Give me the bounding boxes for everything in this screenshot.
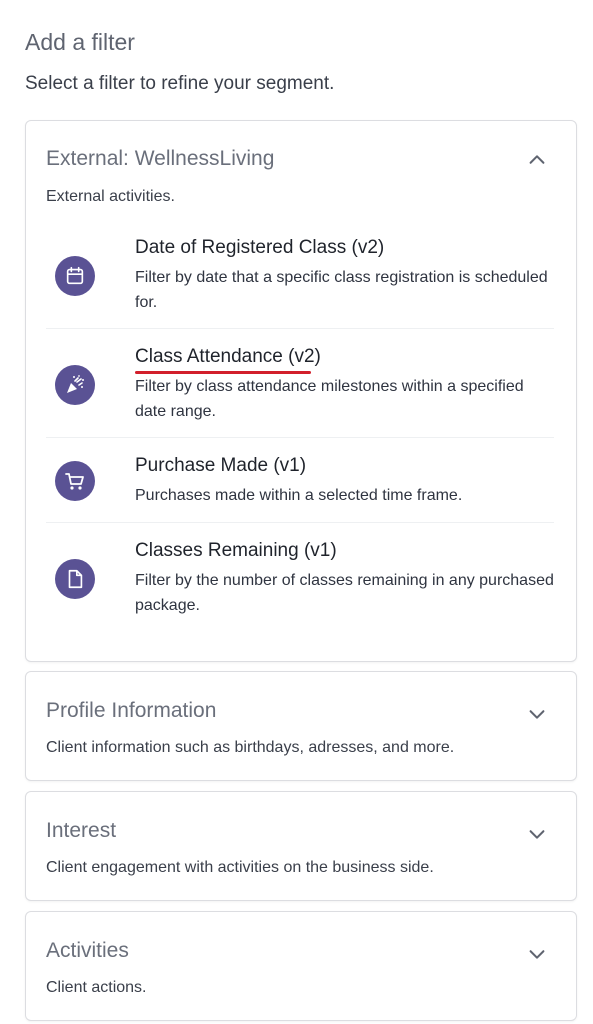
filter-option-description: Filter by the number of classes remainin… — [135, 572, 554, 614]
chevron-down-icon[interactable] — [526, 943, 548, 965]
section-description: Client information such as birthdays, ad… — [46, 739, 455, 756]
party-popper-icon — [67, 375, 84, 393]
filter-option-title: Date of Registered Class (v2) — [135, 237, 385, 258]
divider — [46, 328, 554, 329]
section-title: Interest — [46, 819, 117, 842]
section-description: External activities. — [46, 188, 175, 205]
divider — [46, 522, 554, 523]
chevron-down-icon[interactable] — [526, 703, 548, 725]
filter-option-title: Purchase Made (v1) — [135, 455, 307, 476]
filter-option-description: Filter by class attendance milestones wi… — [135, 378, 524, 420]
page-title: Add a filter — [25, 29, 135, 55]
section-description: Client actions. — [46, 979, 147, 996]
calendar-icon-badge — [55, 256, 95, 296]
section-title: Activities — [46, 939, 129, 962]
chevron-down-icon[interactable] — [526, 823, 548, 845]
section-description: Client engagement with activities on the… — [46, 859, 434, 876]
document-icon-badge — [55, 559, 95, 599]
document-icon — [68, 569, 83, 589]
filter-option-purchase-made[interactable]: Purchase Made (v1) Purchases made within… — [46, 449, 554, 523]
party-popper-icon-badge — [55, 365, 95, 405]
filter-option-classes-remaining[interactable]: Classes Remaining (v1) Filter by the num… — [46, 534, 554, 632]
cart-icon-badge — [55, 461, 95, 501]
calendar-icon — [66, 266, 84, 285]
filter-section-interest[interactable]: Interest Client engagement with activiti… — [25, 791, 577, 901]
filter-option-description: Purchases made within a selected time fr… — [135, 487, 463, 504]
section-header[interactable]: External: WellnessLiving — [26, 121, 576, 185]
filter-option-class-attendance[interactable]: Class Attendance (v2) Filter by class at… — [46, 340, 554, 438]
divider — [46, 437, 554, 438]
cart-icon — [65, 473, 84, 490]
filter-option-title: Class Attendance (v2) — [135, 346, 321, 368]
section-title: External: WellnessLiving — [46, 147, 275, 170]
filter-section-external-wellnessliving: External: WellnessLiving External activi… — [25, 120, 577, 662]
chevron-up-icon[interactable] — [526, 149, 548, 171]
filter-option-date-of-registered-class[interactable]: Date of Registered Class (v2) Filter by … — [46, 231, 554, 329]
filter-option-description: Filter by date that a specific class reg… — [135, 269, 548, 311]
filter-option-title: Classes Remaining (v1) — [135, 540, 337, 561]
page-subtitle: Select a filter to refine your segment. — [25, 73, 335, 94]
filter-section-activities[interactable]: Activities Client actions. — [25, 911, 577, 1021]
filter-option-title-version: (v2) — [282, 346, 321, 367]
filter-option-title-main: Class Attendance — [135, 346, 283, 367]
filter-section-profile-information[interactable]: Profile Information Client information s… — [25, 671, 577, 781]
section-title: Profile Information — [46, 699, 217, 722]
